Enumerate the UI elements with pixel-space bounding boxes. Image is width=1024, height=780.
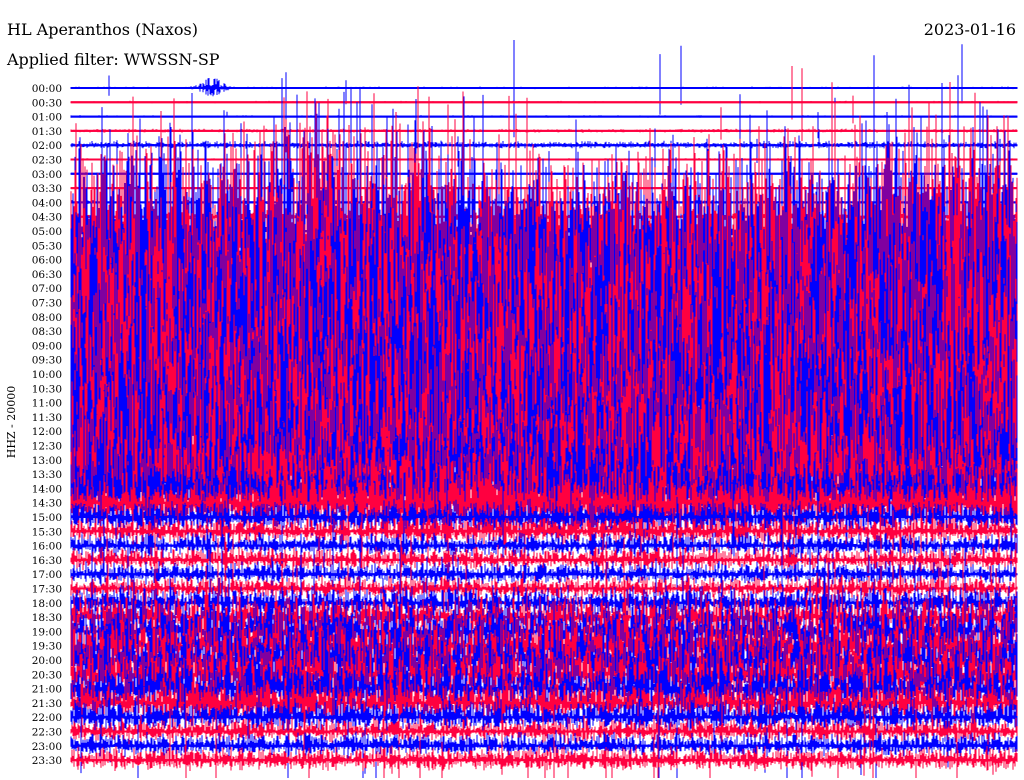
- time-label-0430: 04:30: [32, 212, 62, 224]
- time-label-0300: 03:00: [32, 169, 62, 181]
- time-label-0030: 00:30: [32, 97, 62, 109]
- time-label-0600: 06:00: [32, 255, 62, 267]
- time-label-2130: 21:30: [32, 698, 62, 710]
- time-label-0230: 02:30: [32, 155, 62, 167]
- time-label-1500: 15:00: [32, 512, 62, 524]
- time-label-0830: 08:30: [32, 326, 62, 338]
- time-label-2030: 20:30: [32, 669, 62, 681]
- time-label-1400: 14:00: [32, 483, 62, 495]
- time-label-0530: 05:30: [32, 240, 62, 252]
- time-label-1630: 16:30: [32, 555, 62, 567]
- time-label-0330: 03:30: [32, 183, 62, 195]
- time-label-1100: 11:00: [32, 398, 62, 410]
- time-label-2230: 22:30: [32, 727, 62, 739]
- time-label-1530: 15:30: [32, 526, 62, 538]
- time-label-1930: 19:30: [32, 641, 62, 653]
- time-label-0930: 09:30: [32, 355, 62, 367]
- time-label-0000: 00:00: [32, 83, 62, 95]
- time-label-0630: 06:30: [32, 269, 62, 281]
- time-label-1900: 19:00: [32, 626, 62, 638]
- time-label-1030: 10:30: [32, 383, 62, 395]
- time-label-0730: 07:30: [32, 298, 62, 310]
- time-label-1230: 12:30: [32, 441, 62, 453]
- date-label: 2023-01-16: [923, 20, 1016, 39]
- time-label-0900: 09:00: [32, 340, 62, 352]
- time-label-0400: 04:00: [32, 197, 62, 209]
- time-label-2100: 21:00: [32, 684, 62, 696]
- time-label-0500: 05:00: [32, 226, 62, 238]
- filter-label: Applied filter: WWSSN-SP: [7, 50, 220, 69]
- helicorder-plot: 00:00 00:30 01:00 01:30 02:00 02:30 03:00 03:30…: [0, 0, 1018, 780]
- time-label-1600: 16:00: [32, 541, 62, 553]
- time-label-0200: 02:00: [32, 140, 62, 152]
- y-axis-label: HHZ - 20000: [5, 386, 18, 459]
- time-label-1730: 17:30: [32, 584, 62, 596]
- time-label-1300: 13:00: [32, 455, 62, 467]
- time-label-2330: 23:30: [32, 755, 62, 767]
- time-label-1830: 18:30: [32, 612, 62, 624]
- time-label-1200: 12:00: [32, 426, 62, 438]
- time-label-2000: 20:00: [32, 655, 62, 667]
- time-label-1000: 10:00: [32, 369, 62, 381]
- station-title: HL Aperanthos (Naxos): [7, 20, 198, 39]
- time-label-0100: 01:00: [32, 112, 62, 124]
- time-label-1430: 14:30: [32, 498, 62, 510]
- time-label-1130: 11:30: [32, 412, 62, 424]
- time-label-1330: 13:30: [32, 469, 62, 481]
- time-label-0800: 08:00: [32, 312, 62, 324]
- time-label-0130: 01:30: [32, 126, 62, 138]
- time-label-0700: 07:00: [32, 283, 62, 295]
- time-label-1700: 17:00: [32, 569, 62, 581]
- time-label-2300: 23:00: [32, 741, 62, 753]
- time-label-2200: 22:00: [32, 712, 62, 724]
- time-label-1800: 18:00: [32, 598, 62, 610]
